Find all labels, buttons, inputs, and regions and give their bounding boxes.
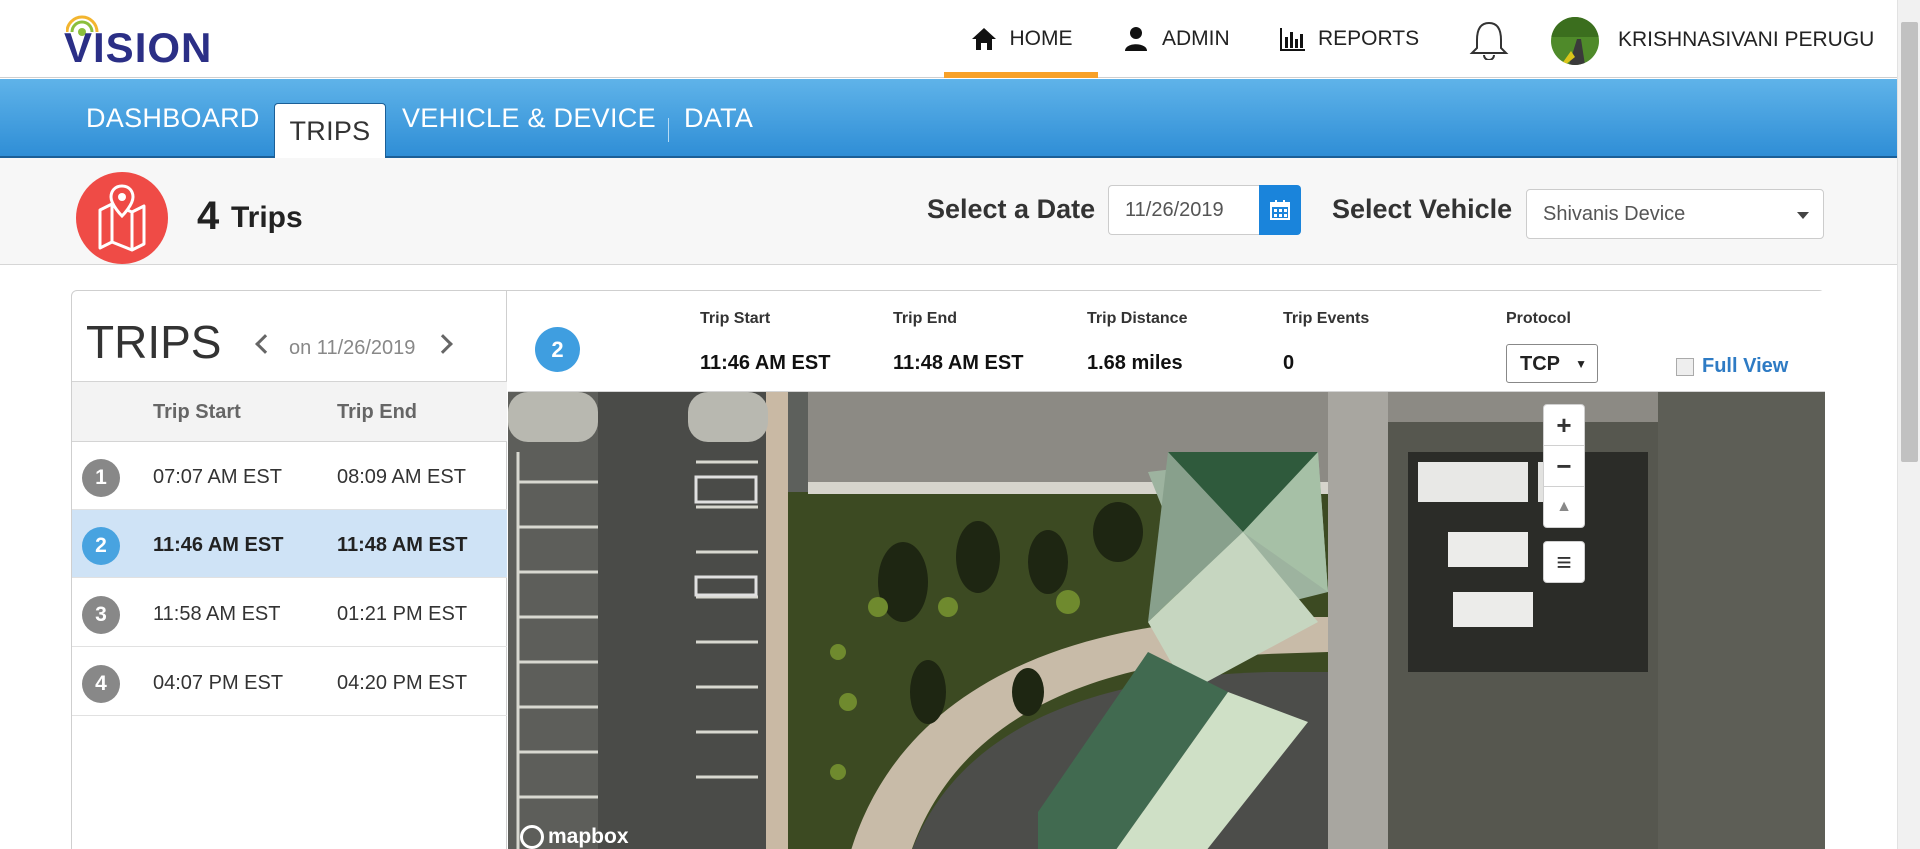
stat-label-trip-end: Trip End [893,310,957,327]
vision-logo[interactable]: VISION [64,14,239,71]
stat-value-trip-start: 11:46 AM EST [700,352,831,374]
satellite-imagery [508,392,1825,849]
trip-number-badge: 2 [82,527,120,565]
table-row[interactable]: 4 04:07 PM EST 04:20 PM EST [72,648,507,716]
trips-table-header: Trip Start Trip End [72,381,507,442]
vehicle-select-value: Shivanis Device [1543,203,1686,225]
trip-number-badge: 3 [82,596,120,634]
prev-day-icon[interactable] [255,334,275,354]
caret-down-icon: ▼ [1575,357,1587,371]
stat-value-trip-events: 0 [1283,352,1295,374]
stat-label-trip-start: Trip Start [700,310,771,327]
page-scrollbar[interactable] [1897,0,1920,849]
selected-trip-badge: 2 [535,327,580,372]
nav-home[interactable]: HOME [944,0,1098,78]
user-name[interactable]: KRISHNASIVANI PERUGU [1618,28,1874,52]
tab-divider [668,118,669,142]
trip-end-cell: 08:09 AM EST [337,466,466,488]
trip-end-cell: 04:20 PM EST [337,672,468,694]
vehicle-select[interactable]: Shivanis Device [1526,189,1824,239]
tab-vehicle-device[interactable]: VEHICLE & DEVICE [402,103,656,134]
calendar-icon [1270,200,1290,220]
zoom-in-button[interactable]: + [1543,404,1585,446]
table-row[interactable]: 3 11:58 AM EST 01:21 PM EST [72,579,507,647]
trips-panel: TRIPS on 11/26/2019 Trip Start Trip End … [71,290,1825,849]
stat-value-trip-end: 11:48 AM EST [893,352,1024,374]
expand-icon [1676,357,1694,376]
layers-button[interactable]: ≡ [1543,541,1585,583]
trip-start-cell: 04:07 PM EST [153,672,284,694]
mapbox-attribution[interactable]: mapbox [520,825,629,849]
chevron-down-icon [1797,212,1809,219]
nav-admin[interactable]: ADMIN [1122,0,1230,78]
column-trip-end: Trip End [337,401,417,423]
trip-number-badge: 1 [82,459,120,497]
protocol-select[interactable]: TCP ▼ [1506,344,1598,383]
trips-date-caption: on 11/26/2019 [289,337,416,359]
nav-reports[interactable]: REPORTS [1278,0,1419,78]
avatar[interactable] [1551,17,1599,65]
calendar-button[interactable] [1259,185,1301,235]
trip-start-cell: 11:58 AM EST [153,603,281,625]
trips-list-panel: TRIPS on 11/26/2019 Trip Start Trip End … [72,291,507,849]
stat-label-trip-distance: Trip Distance [1087,310,1188,327]
scrollbar-thumb[interactable] [1901,22,1918,462]
date-label: Select a Date [927,194,1096,224]
trip-start-cell: 11:46 AM EST [153,534,284,556]
bar-chart-icon [1280,28,1305,51]
nav-reports-label: REPORTS [1318,27,1420,50]
table-row[interactable]: 1 07:07 AM EST 08:09 AM EST [72,442,507,510]
trips-title: TRIPS [86,316,222,368]
nav-home-label: HOME [1009,27,1073,50]
trip-detail-panel: 2 Trip Start 11:46 AM EST Trip End 11:48… [508,291,1825,849]
full-view-link[interactable]: Full View [1676,355,1788,378]
home-icon [971,28,996,50]
avatar-image [1551,17,1599,65]
compass-button[interactable]: ▲ [1543,486,1585,528]
trip-start-cell: 07:07 AM EST [153,466,282,488]
trips-map-badge [76,172,168,264]
protocol-select-value: TCP [1520,353,1560,375]
top-header: VISION HOME ADMIN REPORTS KRISHNASIVANI … [0,0,1897,78]
tab-data[interactable]: DATA [684,103,753,134]
column-trip-start: Trip Start [153,401,241,423]
nav-admin-label: ADMIN [1162,27,1230,50]
stat-value-trip-distance: 1.68 miles [1087,352,1183,374]
stat-label-protocol: Protocol [1506,310,1571,327]
tab-trips[interactable]: TRIPS [274,103,386,158]
trip-end-cell: 01:21 PM EST [337,603,468,625]
zoom-out-button[interactable]: − [1543,445,1585,487]
user-icon [1125,27,1147,51]
trip-number-badge: 4 [82,665,120,703]
section-tab-bar: DASHBOARD TRIPS VEHICLE & DEVICE DATA [0,79,1897,158]
next-day-icon[interactable] [433,334,453,354]
full-view-label: Full View [1702,355,1789,377]
trip-stats-bar: 2 Trip Start 11:46 AM EST Trip End 11:48… [508,291,1825,392]
trip-filter-bar: 4 Trips Select a Date Select Vehicle Shi… [0,158,1897,265]
trip-end-cell: 11:48 AM EST [337,534,468,556]
logo-text: VISION [64,24,213,71]
table-row[interactable]: 2 11:46 AM EST 11:48 AM EST [72,510,507,578]
mapbox-label: mapbox [548,825,629,848]
tab-dashboard[interactable]: DASHBOARD [86,103,260,134]
satellite-map[interactable]: mapbox [508,392,1825,849]
trip-count-label: Trips [231,201,303,234]
bell-icon[interactable] [1466,20,1512,60]
date-input[interactable] [1108,185,1260,235]
mapbox-logo-icon [520,825,544,849]
stat-label-trip-events: Trip Events [1283,310,1370,327]
vehicle-label: Select Vehicle [1332,194,1513,224]
trip-count: 4 [197,194,220,238]
map-pin-icon [98,184,146,252]
